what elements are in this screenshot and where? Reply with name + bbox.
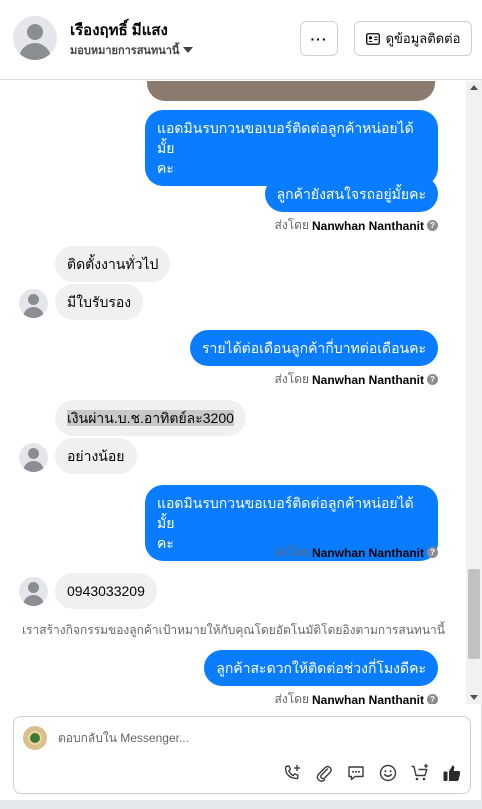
message-outgoing[interactable]: แอดมินรบกวนขอเบอร์ติดต่อลูกค้าหน่อยได้มั…: [145, 110, 438, 186]
contact-name[interactable]: เรืองฤทธิ์ มีแสง: [70, 18, 168, 42]
agent-name: Nanwhan Nanthanit: [311, 372, 424, 387]
assign-conversation-dropdown[interactable]: มอบหมายการสนทนานี้: [70, 41, 194, 59]
chat-bubble-icon[interactable]: [344, 761, 368, 785]
message-text: อย่างน้อย: [67, 448, 125, 464]
message-incoming[interactable]: ติดตั้งงานทั่วไป: [55, 246, 171, 282]
conversation-header: เรืองฤทธิ์ มีแสง มอบหมายการสนทนานี้ ··· …: [0, 0, 482, 80]
message-text: เงินผ่าน.บ.ช.อาทิตย์ละ3200: [67, 410, 234, 426]
message-text: ติดตั้งงานทั่วไป: [67, 256, 159, 272]
agent-name: Nanwhan Nanthanit: [311, 218, 424, 233]
message-text: มีใบรับรอง: [67, 294, 132, 310]
help-icon[interactable]: ?: [427, 694, 438, 704]
assign-label: มอบหมายการสนทนานี้: [70, 45, 180, 57]
agent-name: Nanwhan Nanthanit: [311, 692, 424, 705]
message-text: คะ: [157, 160, 174, 176]
scroll-up-arrow-icon[interactable]: [470, 85, 478, 90]
page-avatar: [23, 726, 47, 750]
message-text: ลูกค้ายังสนใจรถอยู่มั้ยคะ: [276, 186, 426, 202]
message-text: 0943033209: [67, 583, 145, 599]
message-text: แอดมินรบกวนขอเบอร์ติดต่อลูกค้าหน่อยได้มั…: [157, 120, 414, 156]
message-incoming[interactable]: อย่างน้อย: [55, 438, 137, 474]
contact-card-icon: [365, 32, 380, 45]
message-text: รายได้ต่อเดือนลูกค้ากี่บาทต่อเดือนคะ: [201, 340, 426, 356]
system-note: เราสร้างกิจกรรมของลูกค้าเป้าหมายให้กับคุ…: [22, 623, 445, 637]
help-icon[interactable]: ?: [427, 547, 438, 558]
sent-by-label: ส่งโดย Nanwhan Nanthanit ?: [275, 543, 438, 562]
caret-down-icon: [183, 47, 194, 53]
phone-plus-icon[interactable]: [280, 761, 304, 785]
help-icon[interactable]: ?: [427, 220, 438, 231]
reply-input[interactable]: [58, 731, 438, 745]
scroll-down-arrow-icon[interactable]: [470, 695, 478, 700]
reply-composer: [13, 716, 471, 794]
message-incoming[interactable]: 0943033209: [55, 573, 157, 609]
message-list: แอดมินรบกวนขอเบอร์ติดต่อลูกค้าหน่อยได้มั…: [0, 81, 466, 704]
contact-info-label: ดูข้อมูลติดต่อ: [385, 31, 461, 46]
contact-avatar[interactable]: [13, 16, 57, 60]
contact-info-button[interactable]: ดูข้อมูลติดต่อ: [354, 21, 472, 56]
message-outgoing[interactable]: ลูกค้ายังสนใจรถอยู่มั้ยคะ: [264, 176, 438, 212]
help-icon[interactable]: ?: [427, 374, 438, 385]
sent-by-label: ส่งโดย Nanwhan Nanthanit ?: [275, 216, 438, 235]
message-text: ลูกค้าสะดวกให้ติดต่อช่วงกี่โมงดีคะ: [216, 660, 426, 676]
message-outgoing[interactable]: รายได้ต่อเดือนลูกค้ากี่บาทต่อเดือนคะ: [189, 330, 438, 366]
paperclip-icon[interactable]: [312, 761, 336, 785]
image-attachment[interactable]: [147, 81, 435, 101]
cart-plus-icon[interactable]: [408, 761, 432, 785]
message-text: แอดมินรบกวนขอเบอร์ติดต่อลูกค้าหน่อยได้มั…: [157, 495, 414, 531]
thumbs-up-icon[interactable]: [440, 761, 464, 785]
scroll-thumb[interactable]: [468, 569, 480, 659]
message-incoming[interactable]: มีใบรับรอง: [55, 284, 144, 320]
agent-name: Nanwhan Nanthanit: [311, 545, 424, 560]
contact-avatar-small[interactable]: [19, 577, 48, 606]
message-scrollbar[interactable]: [466, 81, 482, 704]
composer-toolbar: [280, 761, 464, 785]
contact-avatar-small[interactable]: [19, 443, 48, 472]
emoji-icon[interactable]: [376, 761, 400, 785]
sent-by-label: ส่งโดย Nanwhan Nanthanit ?: [275, 690, 438, 704]
contact-avatar-small[interactable]: [19, 289, 48, 318]
sent-by-label: ส่งโดย Nanwhan Nanthanit ?: [275, 370, 438, 389]
more-options-button[interactable]: ···: [300, 21, 338, 56]
bottom-edge: [0, 800, 482, 809]
message-outgoing[interactable]: ลูกค้าสะดวกให้ติดต่อช่วงกี่โมงดีคะ: [204, 650, 438, 686]
message-incoming[interactable]: เงินผ่าน.บ.ช.อาทิตย์ละ3200: [55, 400, 246, 436]
messenger-panel: เรืองฤทธิ์ มีแสง มอบหมายการสนทนานี้ ··· …: [0, 0, 482, 800]
